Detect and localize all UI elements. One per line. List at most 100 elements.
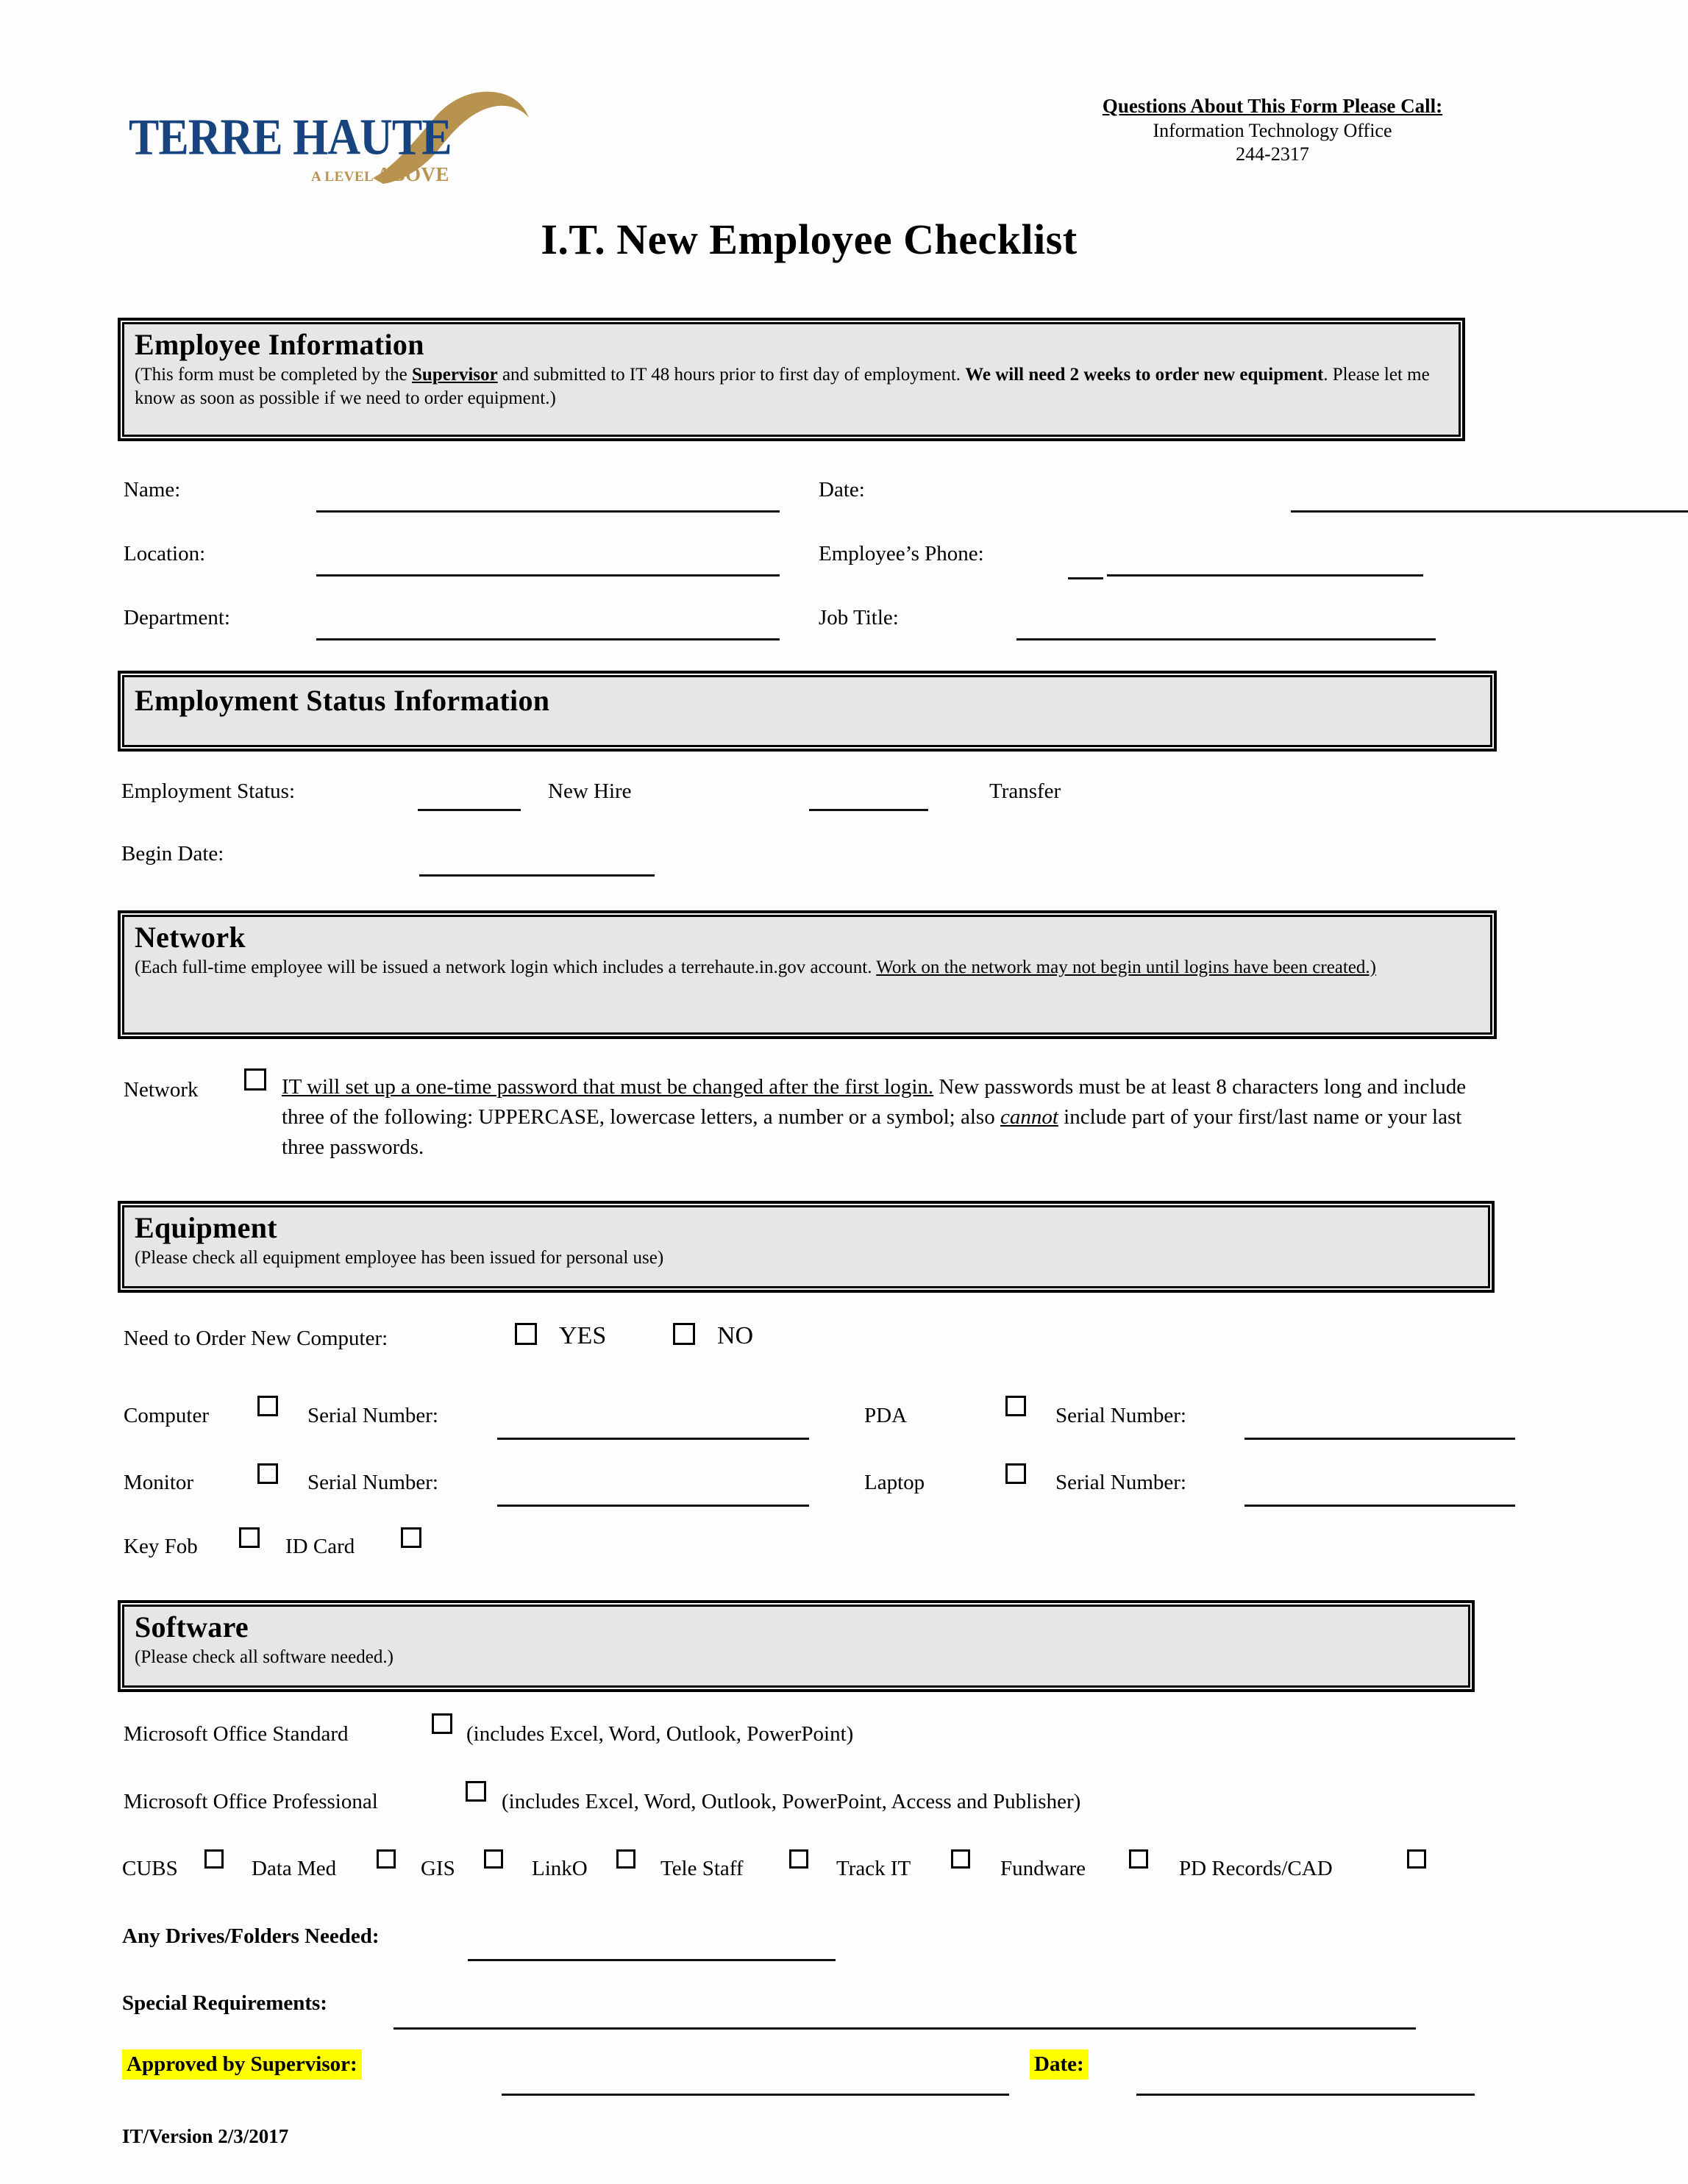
logo-tagline-small: A LEVEL	[311, 169, 377, 185]
checkbox-order-computer-yes[interactable]	[515, 1323, 537, 1345]
note-text-2: and submitted to IT 48 hours prior to fi…	[497, 364, 966, 385]
section-software: Software (Please check all software need…	[118, 1600, 1475, 1692]
input-special-requirements[interactable]	[393, 2027, 1416, 2030]
label-date: Date:	[819, 478, 865, 502]
checkbox-laptop[interactable]	[1005, 1463, 1026, 1484]
logo-wordmark: TERRE HAUTE	[129, 110, 452, 166]
contact-question-line: Questions About This Form Please Call:	[1102, 95, 1443, 117]
label-id-card: ID Card	[285, 1535, 355, 1558]
input-serial-pda[interactable]	[1244, 1438, 1515, 1440]
input-date[interactable]	[1291, 510, 1688, 513]
checkbox-key-fob[interactable]	[239, 1527, 260, 1548]
checkbox-network[interactable]	[244, 1068, 266, 1091]
network-policy-underline: IT will set up a one-time password that …	[282, 1075, 934, 1099]
label-serial-computer: Serial Number:	[307, 1404, 438, 1427]
input-approved-signature[interactable]	[502, 2094, 1009, 2096]
label-serial-laptop: Serial Number:	[1055, 1471, 1186, 1494]
section-body: Network (Each full-time employee will be…	[122, 915, 1492, 1035]
network-note-text: (Each full-time employee will be issued …	[135, 957, 877, 977]
label-app-data-med: Data Med	[252, 1857, 337, 1880]
logo-tagline: A LEVEL ABOVE	[311, 163, 449, 186]
input-drives-folders[interactable]	[468, 1959, 836, 1961]
label-app-cubs: CUBS	[122, 1857, 178, 1880]
checkbox-office-standard[interactable]	[432, 1713, 452, 1734]
checkbox-app-fundware[interactable]	[1129, 1849, 1148, 1869]
label-new-hire: New Hire	[548, 779, 632, 803]
checkbox-app-track-it[interactable]	[951, 1849, 970, 1869]
label-special-requirements: Special Requirements:	[122, 1991, 327, 2015]
section-border-mid: Employee Information (This form must be …	[121, 321, 1462, 438]
section-employment-status: Employment Status Information	[118, 671, 1497, 752]
checkbox-office-professional[interactable]	[466, 1781, 486, 1802]
section-body: Employee Information (This form must be …	[122, 322, 1461, 437]
section-employee-information: Employee Information (This form must be …	[118, 318, 1465, 441]
label-yes: YES	[559, 1322, 607, 1349]
section-body: Software (Please check all software need…	[122, 1605, 1470, 1688]
label-app-pd-records: PD Records/CAD	[1179, 1857, 1333, 1880]
checkbox-app-linko[interactable]	[616, 1849, 635, 1869]
label-order-new-computer: Need to Order New Computer:	[124, 1327, 388, 1350]
checkbox-app-pd-records[interactable]	[1407, 1849, 1426, 1869]
input-phone-area[interactable]	[1068, 577, 1103, 579]
label-network-row: Network	[124, 1078, 199, 1102]
city-logo: TERRE HAUTE A LEVEL ABOVE	[121, 66, 533, 186]
section-note-network: (Each full-time employee will be issued …	[135, 956, 1480, 979]
note-supervisor: Supervisor	[412, 364, 498, 385]
network-password-policy-text: IT will set up a one-time password that …	[282, 1072, 1488, 1163]
section-body: Employment Status Information	[122, 675, 1492, 747]
checkbox-id-card[interactable]	[401, 1527, 421, 1548]
section-border-mid: Network (Each full-time employee will be…	[121, 913, 1494, 1036]
label-computer: Computer	[124, 1404, 209, 1427]
input-serial-laptop[interactable]	[1244, 1505, 1515, 1507]
section-border-mid: Employment Status Information	[121, 674, 1494, 749]
label-app-tele-staff: Tele Staff	[660, 1857, 744, 1880]
section-equipment: Equipment (Please check all equipment em…	[118, 1201, 1495, 1293]
note-text-1: (This form must be completed by the	[135, 364, 413, 385]
checkbox-pda[interactable]	[1005, 1396, 1026, 1416]
label-serial-pda: Serial Number:	[1055, 1404, 1186, 1427]
checkbox-app-data-med[interactable]	[377, 1849, 396, 1869]
label-employee-phone: Employee’s Phone:	[819, 542, 984, 565]
input-transfer[interactable]	[809, 809, 928, 811]
contact-phone-line: 244-2317	[1236, 143, 1309, 165]
input-location[interactable]	[316, 574, 780, 577]
label-office-standard: Microsoft Office Standard	[124, 1722, 349, 1746]
version-stamp: IT/Version 2/3/2017	[122, 2125, 289, 2147]
label-begin-date: Begin Date:	[121, 842, 224, 866]
section-note-equipment: (Please check all equipment employee has…	[135, 1247, 664, 1268]
section-heading-network: Network	[135, 921, 246, 954]
checkbox-monitor[interactable]	[257, 1463, 278, 1484]
input-job-title[interactable]	[1016, 638, 1436, 640]
label-app-gis: GIS	[421, 1857, 455, 1880]
label-serial-monitor: Serial Number:	[307, 1471, 438, 1494]
page-title: I.T. New Employee Checklist	[541, 215, 1078, 263]
input-department[interactable]	[316, 638, 780, 640]
input-serial-monitor[interactable]	[497, 1505, 809, 1507]
checkbox-app-cubs[interactable]	[204, 1849, 224, 1869]
label-app-track-it: Track IT	[836, 1857, 911, 1880]
label-monitor: Monitor	[124, 1471, 194, 1494]
input-phone-number[interactable]	[1107, 574, 1423, 577]
contact-block: Questions About This Form Please Call: I…	[1030, 94, 1515, 167]
document-page: TERRE HAUTE A LEVEL ABOVE Questions Abou…	[0, 0, 1688, 2184]
label-employment-status: Employment Status:	[121, 779, 296, 803]
label-key-fob: Key Fob	[124, 1535, 198, 1558]
label-transfer: Transfer	[989, 779, 1061, 803]
input-serial-computer[interactable]	[497, 1438, 809, 1440]
contact-office-line: Information Technology Office	[1153, 119, 1392, 141]
checkbox-order-computer-no[interactable]	[673, 1323, 695, 1345]
label-department: Department:	[124, 606, 230, 629]
input-begin-date[interactable]	[419, 874, 655, 877]
checkbox-app-tele-staff[interactable]	[789, 1849, 808, 1869]
label-app-linko: LinkO	[532, 1857, 588, 1880]
network-policy-cannot: cannot	[1000, 1105, 1058, 1130]
input-approved-date[interactable]	[1136, 2094, 1475, 2096]
label-location: Location:	[124, 542, 206, 565]
input-name[interactable]	[316, 510, 780, 513]
input-new-hire[interactable]	[418, 809, 521, 811]
checkbox-computer[interactable]	[257, 1396, 278, 1416]
logo-tagline-big: ABOVE	[377, 163, 450, 185]
checkbox-app-gis[interactable]	[484, 1849, 503, 1869]
label-name: Name:	[124, 478, 181, 502]
section-heading-equipment: Equipment	[135, 1211, 277, 1244]
